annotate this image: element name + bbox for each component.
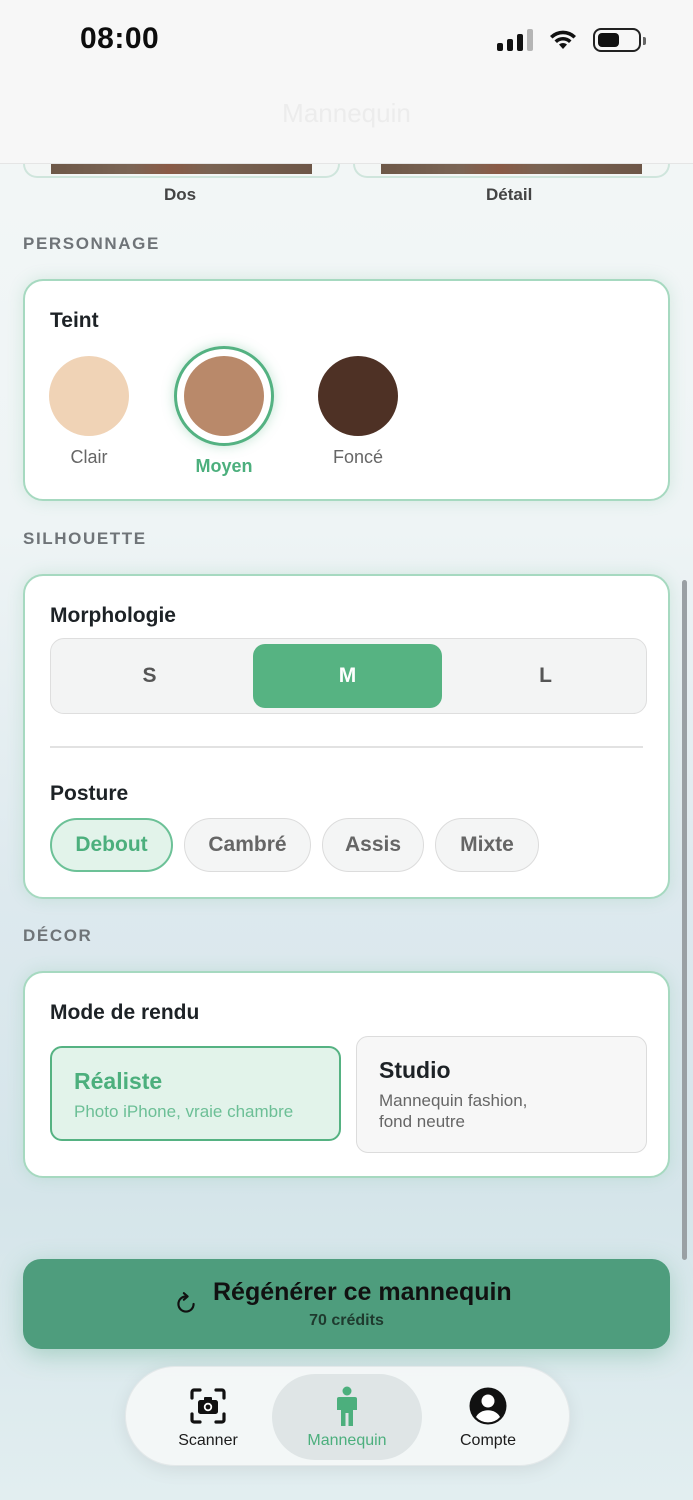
mode-subtitle-studio: Mannequin fashion, fond neutre <box>379 1090 624 1132</box>
swatch-label-moyen: Moyen <box>195 456 253 476</box>
status-icons <box>497 28 646 52</box>
swatch-moyen-fill <box>184 356 264 436</box>
section-title-personnage: PERSONNAGE <box>23 234 160 253</box>
tab-bar: Scanner Mannequin Compte <box>125 1366 570 1466</box>
decor-card: Mode de rendu Réaliste Photo iPhone, vra… <box>23 971 670 1178</box>
divider <box>50 746 643 748</box>
nav-header: Mannequin <box>0 90 693 164</box>
silhouette-card: Morphologie S M L Posture Debout Cambré … <box>23 574 670 899</box>
cellular-signal-icon <box>497 29 533 51</box>
morphologie-option-l[interactable]: L <box>451 644 640 708</box>
posture-chip-debout[interactable]: Debout <box>50 818 173 872</box>
swatch-label-fonce: Foncé <box>332 447 384 467</box>
regenerate-button[interactable]: Régénérer ce mannequin 70 crédits <box>23 1259 670 1349</box>
morphologie-option-s[interactable]: S <box>55 644 244 708</box>
swatch-label-clair: Clair <box>70 447 108 467</box>
photo-label-detail: Détail <box>486 185 533 204</box>
tab-compte[interactable]: Compte <box>413 1374 563 1460</box>
mode-subtitle-realiste: Photo iPhone, vraie chambre <box>74 1102 294 1121</box>
swatch-moyen[interactable] <box>174 346 274 446</box>
posture-chip-cambre[interactable]: Cambré <box>184 818 311 872</box>
status-bar: 08:00 <box>0 0 693 90</box>
teint-card: Teint Clair Moyen Foncé <box>23 279 670 501</box>
regenerate-label: Régénérer ce mannequin <box>213 1278 512 1306</box>
wifi-icon <box>550 30 576 49</box>
mode-subtitle-studio-line1: Mannequin fashion, <box>379 1091 528 1110</box>
tab-label-scanner: Scanner <box>178 1432 238 1449</box>
status-time: 08:00 <box>80 22 160 55</box>
mode-title-realiste: Réaliste <box>74 1068 163 1094</box>
tab-scanner[interactable]: Scanner <box>133 1374 283 1460</box>
regenerate-credits: 70 crédits <box>309 1312 384 1329</box>
person-icon <box>337 1386 357 1426</box>
teint-label: Teint <box>50 309 99 332</box>
photo-label-dos: Dos <box>164 185 197 204</box>
mode-option-studio[interactable]: Studio Mannequin fashion, fond neutre <box>356 1036 647 1153</box>
account-icon <box>469 1387 507 1425</box>
posture-chip-mixte[interactable]: Mixte <box>435 818 539 872</box>
tab-label-compte: Compte <box>459 1432 517 1449</box>
mode-rendu-label: Mode de rendu <box>50 1001 200 1024</box>
battery-icon <box>593 28 646 52</box>
posture-label: Posture <box>50 782 129 805</box>
posture-chip-assis[interactable]: Assis <box>322 818 424 872</box>
camera-scan-icon <box>190 1388 226 1424</box>
section-title-decor: DÉCOR <box>23 926 93 945</box>
morphologie-option-m[interactable]: M <box>253 644 442 708</box>
scrollbar[interactable] <box>682 580 687 1260</box>
swatch-clair[interactable] <box>49 356 129 436</box>
morphologie-label: Morphologie <box>50 604 176 627</box>
mode-option-realiste[interactable]: Réaliste Photo iPhone, vraie chambre <box>50 1046 341 1141</box>
tab-mannequin[interactable]: Mannequin <box>272 1374 422 1460</box>
swatch-fonce[interactable] <box>318 356 398 436</box>
mode-subtitle-studio-line2: fond neutre <box>379 1112 466 1131</box>
tab-label-mannequin: Mannequin <box>307 1432 387 1449</box>
morphologie-segmented-control: S M L <box>50 638 647 714</box>
page-title: Mannequin <box>282 98 411 128</box>
mode-title-studio: Studio <box>379 1057 451 1083</box>
section-title-silhouette: SILHOUETTE <box>23 529 147 548</box>
